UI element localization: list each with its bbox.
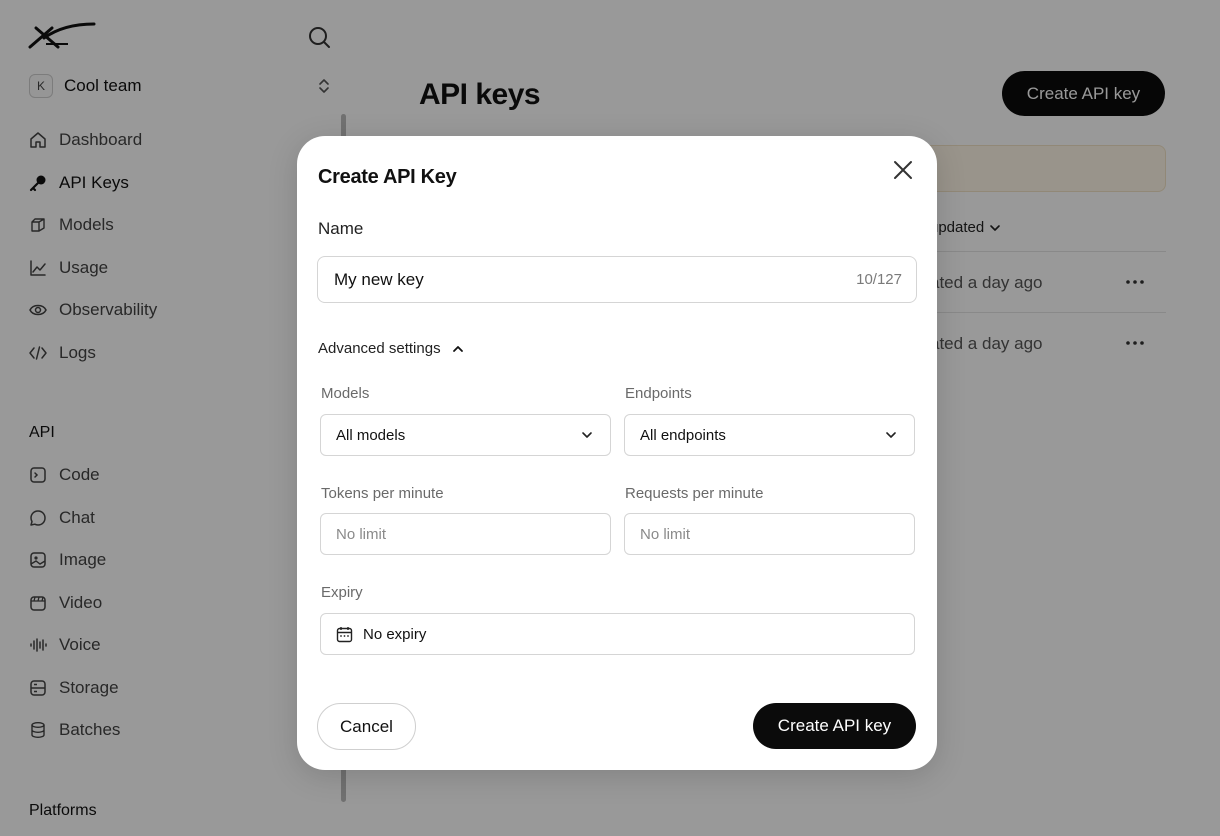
models-select-value: All models xyxy=(336,426,406,444)
close-icon[interactable] xyxy=(891,158,915,182)
requests-per-minute-input[interactable] xyxy=(640,525,898,543)
requests-per-minute-field[interactable] xyxy=(624,513,915,555)
models-label: Models xyxy=(321,385,370,402)
chevron-down-icon xyxy=(582,432,592,438)
requests-per-minute-label: Requests per minute xyxy=(625,485,764,502)
create-api-key-submit-button[interactable]: Create API key xyxy=(753,703,916,749)
expiry-picker[interactable]: No expiry xyxy=(320,613,915,655)
tokens-per-minute-field[interactable] xyxy=(320,513,611,555)
endpoints-select-value: All endpoints xyxy=(640,426,726,444)
chevron-down-icon xyxy=(886,432,896,438)
expiry-value: No expiry xyxy=(363,625,427,643)
create-api-key-dialog: Create API Key Name 10/127 Advanced sett… xyxy=(297,136,937,770)
tokens-per-minute-label: Tokens per minute xyxy=(321,485,444,502)
name-char-counter: 10/127 xyxy=(856,271,902,288)
cancel-button[interactable]: Cancel xyxy=(317,703,416,750)
advanced-settings-label: Advanced settings xyxy=(318,340,441,357)
name-field[interactable]: 10/127 xyxy=(317,256,917,303)
expiry-label: Expiry xyxy=(321,584,363,601)
endpoints-label: Endpoints xyxy=(625,385,692,402)
calendar-icon xyxy=(336,626,353,642)
models-select[interactable]: All models xyxy=(320,414,611,456)
chevron-up-icon xyxy=(452,345,463,352)
dialog-title: Create API Key xyxy=(318,166,457,188)
name-input[interactable] xyxy=(334,269,857,290)
advanced-settings-toggle[interactable]: Advanced settings xyxy=(318,340,464,357)
endpoints-select[interactable]: All endpoints xyxy=(624,414,915,456)
tokens-per-minute-input[interactable] xyxy=(336,525,594,543)
name-label: Name xyxy=(318,219,364,238)
